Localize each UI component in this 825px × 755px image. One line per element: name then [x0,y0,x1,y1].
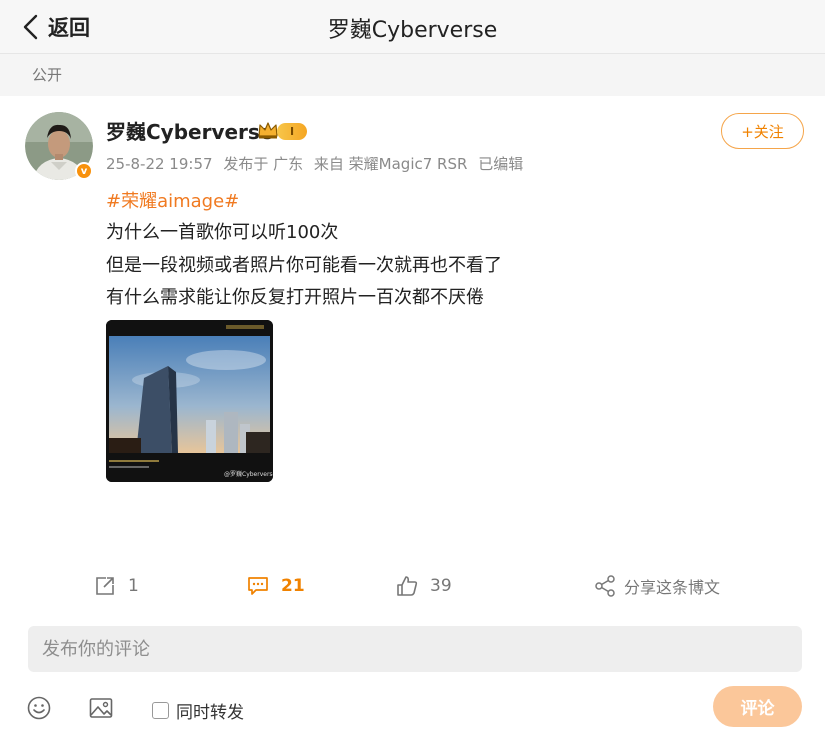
photo-image: @罗巍Cyberverse [106,320,273,482]
post-location: 发布于 广东 [223,155,304,173]
hashtag-link[interactable]: #荣耀aimage# [106,187,239,213]
repost-count: 1 [128,576,139,596]
repost-checkbox[interactable]: 同时转发 [152,698,244,723]
image-upload-icon[interactable] [88,695,114,721]
checkbox-box[interactable] [152,702,169,719]
level-badge: I [277,123,307,140]
visibility-label: 公开 [32,66,63,84]
like-count: 39 [430,576,452,596]
author-name[interactable]: 罗巍Cyberverse [106,116,273,145]
crown-icon [258,122,278,139]
share-icon [595,575,615,597]
top-bar: 返回 罗巍Cyberverse [0,0,825,54]
share-label: 分享这条博文 [624,578,721,597]
repost-icon [96,577,114,595]
post-text-line: 有什么需求能让你反复打开照片一百次都不厌倦 [106,287,484,308]
post-photo[interactable]: @罗巍Cyberverse [106,320,273,482]
repost-button[interactable]: 1 [94,571,139,601]
action-bar: 1 21 39 分享这条博文 [0,571,825,601]
submit-comment-button[interactable]: 评论 [713,686,802,727]
avatar[interactable]: v [25,112,93,180]
post-text-line: 为什么一首歌你可以听100次 [106,222,339,243]
emoji-icon[interactable] [26,695,52,721]
like-button[interactable]: 39 [396,571,452,601]
verified-badge-icon: v [75,162,93,180]
photo-watermark: @罗巍Cyberverse [224,470,273,478]
post-date: 25-8-22 19:57 [106,155,213,173]
repost-checkbox-label: 同时转发 [176,703,244,723]
post-meta: 25-8-22 19:57 发布于 广东 来自 荣耀Magic7 RSR 已编辑 [106,153,529,174]
post-edited[interactable]: 已编辑 [478,155,523,173]
page-title: 罗巍Cyberverse [327,18,498,43]
post-source: 来自 荣耀Magic7 RSR [313,155,468,173]
follow-button[interactable]: +关注 [721,113,804,149]
share-button[interactable]: 分享这条博文 [594,571,720,601]
comment-input[interactable] [28,626,802,672]
comment-icon [248,577,268,595]
thumbs-up-icon [397,576,418,596]
comment-button[interactable]: 21 [247,571,305,601]
post-card: v 罗巍Cyberverse I 25-8-22 19:57 发布于 广东 来自… [0,96,825,755]
post-text-line: 但是一段视频或者照片你可能看一次就再也不看了 [106,255,502,276]
comment-count: 21 [281,576,305,596]
